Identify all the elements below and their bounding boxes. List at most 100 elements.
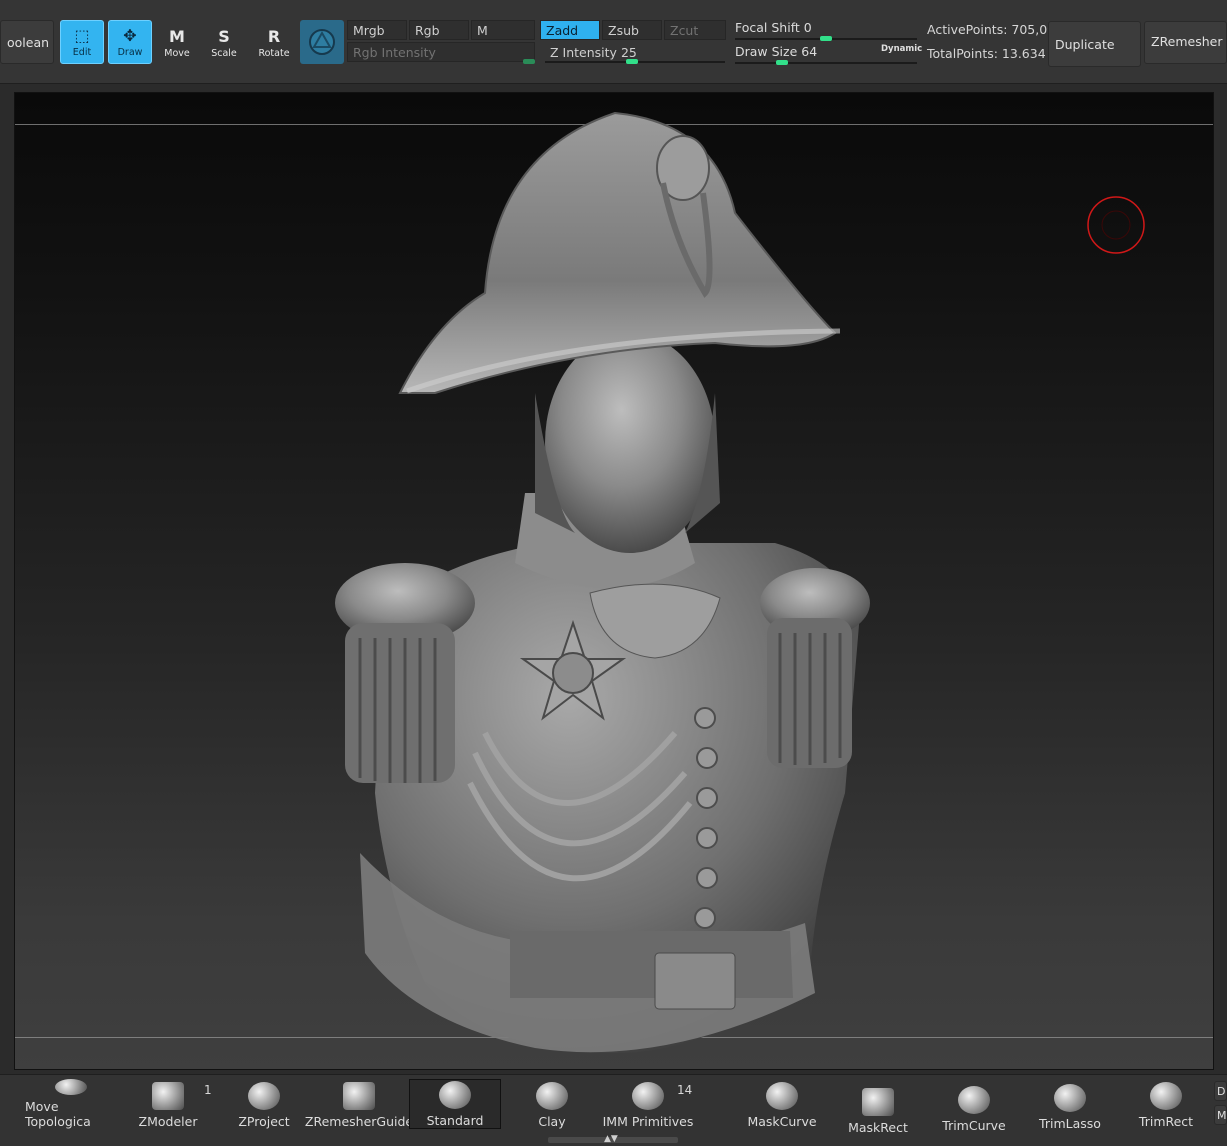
brush-label: IMM Primitives: [602, 1114, 694, 1129]
duplicate-button[interactable]: Duplicate: [1048, 21, 1141, 67]
brush-label: MaskRect: [848, 1120, 908, 1135]
scale-icon: S: [218, 27, 230, 46]
dynamic-label: Dynamic: [881, 44, 923, 54]
brush-move-topological[interactable]: Move Topologica: [25, 1079, 117, 1129]
z-intensity-knob[interactable]: [626, 59, 638, 64]
draw-size-knob[interactable]: [776, 60, 788, 65]
rotate-icon: R: [267, 27, 281, 46]
m-label: M: [1217, 1108, 1227, 1122]
focal-shift-label: Focal Shift: [735, 20, 800, 35]
clay-brush-icon: [536, 1082, 568, 1110]
brush-clay[interactable]: Clay: [506, 1079, 598, 1129]
sculpt-model[interactable]: [15, 93, 1214, 1070]
m-button[interactable]: M: [1214, 1105, 1227, 1125]
brush-label: TrimLasso: [1039, 1116, 1101, 1131]
maskcurve-brush-icon: [766, 1082, 798, 1110]
brush-cursor: [1087, 196, 1145, 254]
draw-size-label: Draw Size: [735, 44, 798, 59]
maskrect-brush-icon: [862, 1088, 894, 1116]
z-intensity-value: 25: [620, 44, 637, 60]
edit-icon: ⬚: [74, 26, 90, 45]
brush-zremesherguide[interactable]: ZRemesherGuide: [305, 1079, 413, 1129]
brush-trimcurve[interactable]: TrimCurve: [928, 1083, 1020, 1133]
draw-size-slider[interactable]: Draw Size 64: [735, 44, 817, 59]
brush-label: MaskCurve: [747, 1114, 817, 1129]
mrgb-label: Mrgb: [353, 22, 385, 38]
d-button[interactable]: D: [1214, 1081, 1227, 1101]
brush-label: ZModeler: [138, 1114, 198, 1129]
material-sphere-icon: [309, 29, 335, 55]
material-button[interactable]: [300, 20, 344, 64]
brush-maskcurve[interactable]: MaskCurve: [736, 1079, 828, 1129]
rgb-toggle[interactable]: Rgb: [409, 20, 469, 40]
viewport-canvas[interactable]: [14, 92, 1214, 1070]
trimrect-brush-icon: [1150, 1082, 1182, 1110]
brush-label: Move Topologica: [25, 1099, 91, 1129]
zcut-label: Zcut: [670, 22, 699, 38]
brush-trimlasso[interactable]: TrimLasso: [1024, 1081, 1116, 1131]
brush-shelf: Move Topologica ZModeler 1 ZProject ZRem…: [0, 1074, 1227, 1146]
zadd-toggle[interactable]: Zadd: [540, 20, 600, 40]
move-icon: M: [169, 27, 185, 46]
active-points-readout: ActivePoints: 705,098: [927, 22, 1064, 37]
mrgb-toggle[interactable]: Mrgb: [347, 20, 407, 40]
imm-primitives-brush-icon: [632, 1082, 664, 1110]
scale-tool-button[interactable]: S Scale: [202, 20, 246, 64]
zremesher-label: ZRemesher: [1151, 34, 1223, 49]
zproject-brush-icon: [248, 1082, 280, 1110]
brush-zproject[interactable]: ZProject: [218, 1079, 310, 1129]
brush-zmodeler[interactable]: ZModeler: [122, 1079, 214, 1129]
move-topological-brush-icon: [55, 1079, 87, 1095]
rotate-tool-button[interactable]: R Rotate: [252, 20, 296, 64]
dynamic-toggle[interactable]: Dynamic: [881, 44, 922, 54]
brush-label: ZRemesherGuide: [304, 1114, 414, 1129]
zadd-label: Zadd: [546, 22, 579, 38]
zcut-toggle[interactable]: Zcut: [664, 20, 726, 40]
rgb-label: Rgb: [415, 22, 440, 38]
brush-label: ZProject: [238, 1114, 290, 1129]
trimcurve-brush-icon: [958, 1086, 990, 1114]
brush-label: Clay: [538, 1114, 566, 1129]
zsub-label: Zsub: [608, 22, 639, 38]
brush-label: Standard: [426, 1113, 484, 1128]
imm-primitives-badge: 14: [677, 1083, 693, 1097]
draw-size-value: 64: [801, 44, 818, 59]
brush-trimrect[interactable]: TrimRect: [1120, 1079, 1212, 1129]
draw-tool-button[interactable]: ✥ Draw: [108, 20, 152, 64]
zremesher-button[interactable]: ZRemesher: [1144, 21, 1227, 64]
edit-label: Edit: [72, 47, 92, 58]
zsub-toggle[interactable]: Zsub: [602, 20, 662, 40]
z-intensity-label: Z Intensity: [550, 44, 617, 60]
zmodeler-badge: 1: [204, 1083, 212, 1097]
zremesherguide-brush-icon: [343, 1082, 375, 1110]
shelf-scroll-handle[interactable]: ▲▼: [548, 1134, 678, 1144]
move-tool-button[interactable]: M Move: [155, 20, 199, 64]
move-label: Move: [164, 48, 190, 59]
brush-standard[interactable]: Standard: [409, 1079, 501, 1129]
boolean-button[interactable]: oolean: [0, 20, 54, 64]
scale-label: Scale: [211, 48, 237, 59]
total-points-readout: TotalPoints: 13.634 Mil: [927, 46, 1068, 61]
rgb-intensity-knob[interactable]: [523, 59, 535, 64]
top-toolbar: oolean ⬚ Edit ✥ Draw M Move S Scale R Ro…: [0, 0, 1227, 84]
draw-size-track: [735, 62, 917, 64]
draw-icon: ✥: [123, 26, 137, 45]
brush-label: TrimRect: [1138, 1114, 1194, 1129]
focal-shift-knob[interactable]: [820, 36, 832, 41]
m-toggle[interactable]: M: [471, 20, 535, 40]
brush-maskrect[interactable]: MaskRect: [832, 1085, 924, 1135]
duplicate-label: Duplicate: [1055, 36, 1115, 52]
focal-shift-value: 0: [803, 20, 812, 35]
d-label: D: [1217, 1084, 1226, 1098]
draw-label: Draw: [117, 47, 143, 58]
rotate-label: Rotate: [258, 48, 290, 59]
shelf-scroll-arrows-icon: ▲▼: [604, 1134, 618, 1144]
zmodeler-brush-icon: [152, 1082, 184, 1110]
rgb-intensity-label: Rgb Intensity: [353, 44, 436, 60]
rgb-intensity-slider[interactable]: Rgb Intensity: [347, 42, 535, 62]
m-label: M: [477, 22, 488, 38]
boolean-label: oolean: [7, 34, 50, 50]
focal-shift-slider[interactable]: Focal Shift 0: [735, 20, 812, 35]
standard-brush-icon: [439, 1081, 471, 1109]
edit-tool-button[interactable]: ⬚ Edit: [60, 20, 104, 64]
